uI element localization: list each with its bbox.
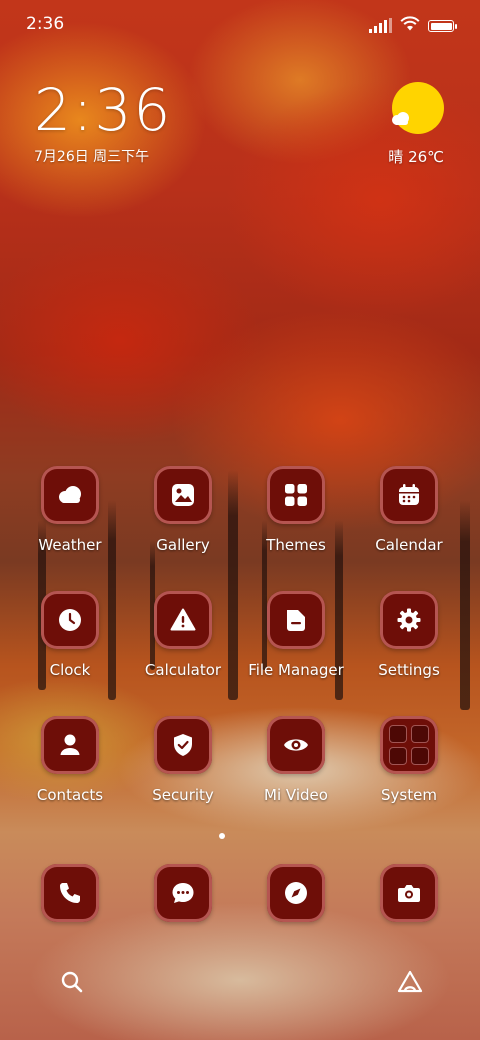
app-tile — [380, 864, 438, 922]
app-label: Contacts — [36, 786, 104, 804]
app-tile — [154, 466, 212, 524]
eye-icon — [284, 739, 308, 751]
app-label: Security — [152, 786, 214, 804]
clock-time: 2:36 — [34, 76, 173, 144]
app-tile — [267, 716, 325, 774]
folder-grid-icon — [389, 725, 429, 765]
app-tile — [41, 466, 99, 524]
app-label: Calculator — [144, 661, 222, 679]
app-tile — [154, 591, 212, 649]
weather-widget[interactable]: 晴 26℃ — [364, 82, 444, 172]
app-tile — [41, 716, 99, 774]
app-tile — [267, 466, 325, 524]
app-clock[interactable]: Clock — [10, 591, 130, 679]
folder-mini-app — [389, 747, 407, 765]
camera-icon — [398, 885, 420, 902]
app-label: Calendar — [375, 536, 443, 554]
app-security[interactable]: Security — [123, 716, 243, 804]
signal-icon — [369, 18, 392, 33]
app-label: Gallery — [156, 536, 210, 554]
app-file-manager[interactable]: File Manager — [236, 591, 356, 679]
status-bar: 2:36 — [0, 0, 480, 50]
app-contacts[interactable]: Contacts — [10, 716, 130, 804]
clock-icon — [59, 609, 81, 631]
status-icons — [369, 16, 457, 36]
app-themes[interactable]: Themes — [236, 466, 356, 554]
cloud-icon — [59, 486, 81, 503]
app-tile — [267, 864, 325, 922]
gear-icon — [397, 608, 421, 632]
app-label: System — [381, 786, 437, 804]
app-tile — [41, 864, 99, 922]
folder-mini-app — [411, 725, 429, 743]
battery-fill — [430, 22, 452, 30]
grid-icon — [285, 484, 307, 506]
folder-mini-app — [411, 747, 429, 765]
app-system-folder[interactable]: System — [349, 716, 469, 804]
small-cloud-icon — [392, 112, 409, 125]
wifi-icon — [400, 16, 420, 36]
app-calendar[interactable]: Calendar — [349, 466, 469, 554]
app-label: File Manager — [248, 661, 344, 679]
app-tile — [380, 591, 438, 649]
phone-icon — [60, 883, 80, 903]
person-icon — [60, 734, 80, 755]
app-tile — [154, 864, 212, 922]
app-tile — [154, 716, 212, 774]
app-label: Mi Video — [264, 786, 328, 804]
status-time: 2:36 — [26, 14, 65, 34]
chat-icon — [172, 883, 194, 903]
assistant-icon[interactable] — [396, 968, 424, 996]
folder-mini-app — [389, 725, 407, 743]
app-gallery[interactable]: Gallery — [123, 466, 243, 554]
shield-check-icon — [174, 734, 192, 756]
clock-widget[interactable]: 2:36 7月26日 周三下午 — [34, 78, 234, 166]
weather-text: 晴 26℃ — [388, 148, 444, 166]
clock-date: 7月26日 周三下午 — [34, 149, 150, 165]
dock-camera[interactable] — [349, 864, 469, 922]
app-tile — [380, 716, 438, 774]
sunny-partly-cloudy-icon — [392, 82, 444, 134]
folder-icon — [287, 610, 305, 631]
app-mi-video[interactable]: Mi Video — [236, 716, 356, 804]
app-settings[interactable]: Settings — [349, 591, 469, 679]
app-label: Weather — [38, 536, 102, 554]
app-label: Themes — [266, 536, 326, 554]
image-icon — [172, 484, 194, 506]
calendar-icon — [399, 484, 419, 505]
app-tile — [41, 591, 99, 649]
app-label: Clock — [49, 661, 91, 679]
app-tile — [380, 466, 438, 524]
warning-icon — [170, 608, 196, 631]
app-weather[interactable]: Weather — [10, 466, 130, 554]
app-label: Settings — [378, 661, 440, 679]
compass-icon — [285, 882, 307, 904]
battery-icon — [428, 20, 457, 32]
page-indicator — [219, 833, 225, 839]
dock-messages[interactable] — [123, 864, 243, 922]
dock-phone[interactable] — [10, 864, 130, 922]
search-icon[interactable] — [58, 968, 86, 996]
app-calculator[interactable]: Calculator — [123, 591, 243, 679]
dock-browser[interactable] — [236, 864, 356, 922]
app-tile — [267, 591, 325, 649]
